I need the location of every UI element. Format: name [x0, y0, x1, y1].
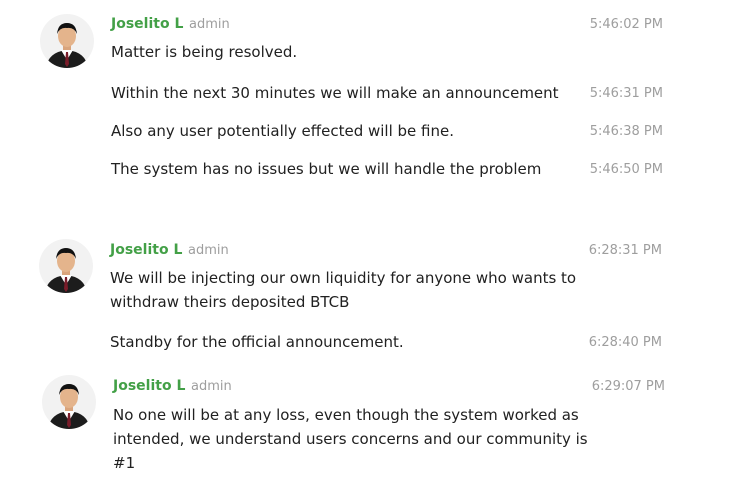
author-name[interactable]: Joselito L — [111, 16, 183, 32]
message-text: Within the next 30 minutes we will make … — [111, 84, 559, 102]
message-timestamp: 5:46:31 PM — [589, 86, 663, 101]
user-avatar-icon — [39, 239, 93, 293]
role-badge: admin — [188, 243, 229, 258]
avatar[interactable] — [40, 14, 94, 68]
user-avatar-icon — [42, 375, 96, 429]
chat-history: Joselito L admin Matter is being resolve… — [0, 0, 752, 492]
message-text: Standby for the official announcement. — [110, 333, 404, 351]
message-timestamp: 5:46:02 PM — [589, 17, 663, 32]
message-timestamp: 6:28:40 PM — [588, 335, 662, 350]
user-avatar-icon — [40, 14, 94, 68]
message-timestamp: 5:46:38 PM — [589, 124, 663, 139]
message-text: #1 — [113, 454, 136, 472]
message-text: We will be injecting our own liquidity f… — [110, 269, 577, 287]
message-text: No one will be at any loss, even though … — [113, 406, 579, 424]
message-text: Also any user potentially effected will … — [111, 122, 455, 140]
message-text: withdraw theirs deposited BTCB — [110, 293, 350, 311]
role-badge: admin — [189, 17, 230, 32]
author-name[interactable]: Joselito L — [110, 242, 182, 258]
message-text: Matter is being resolved. — [111, 43, 298, 61]
avatar[interactable] — [42, 375, 96, 429]
role-badge: admin — [191, 379, 232, 394]
message-text: intended, we understand users concerns a… — [113, 430, 588, 448]
author-name[interactable]: Joselito L — [113, 378, 185, 394]
avatar[interactable] — [39, 239, 93, 293]
message-text: The system has no issues but we will han… — [111, 160, 542, 178]
message-timestamp: 5:46:50 PM — [589, 162, 663, 177]
message-timestamp: 6:29:07 PM — [591, 379, 665, 394]
message-timestamp: 6:28:31 PM — [588, 243, 662, 258]
